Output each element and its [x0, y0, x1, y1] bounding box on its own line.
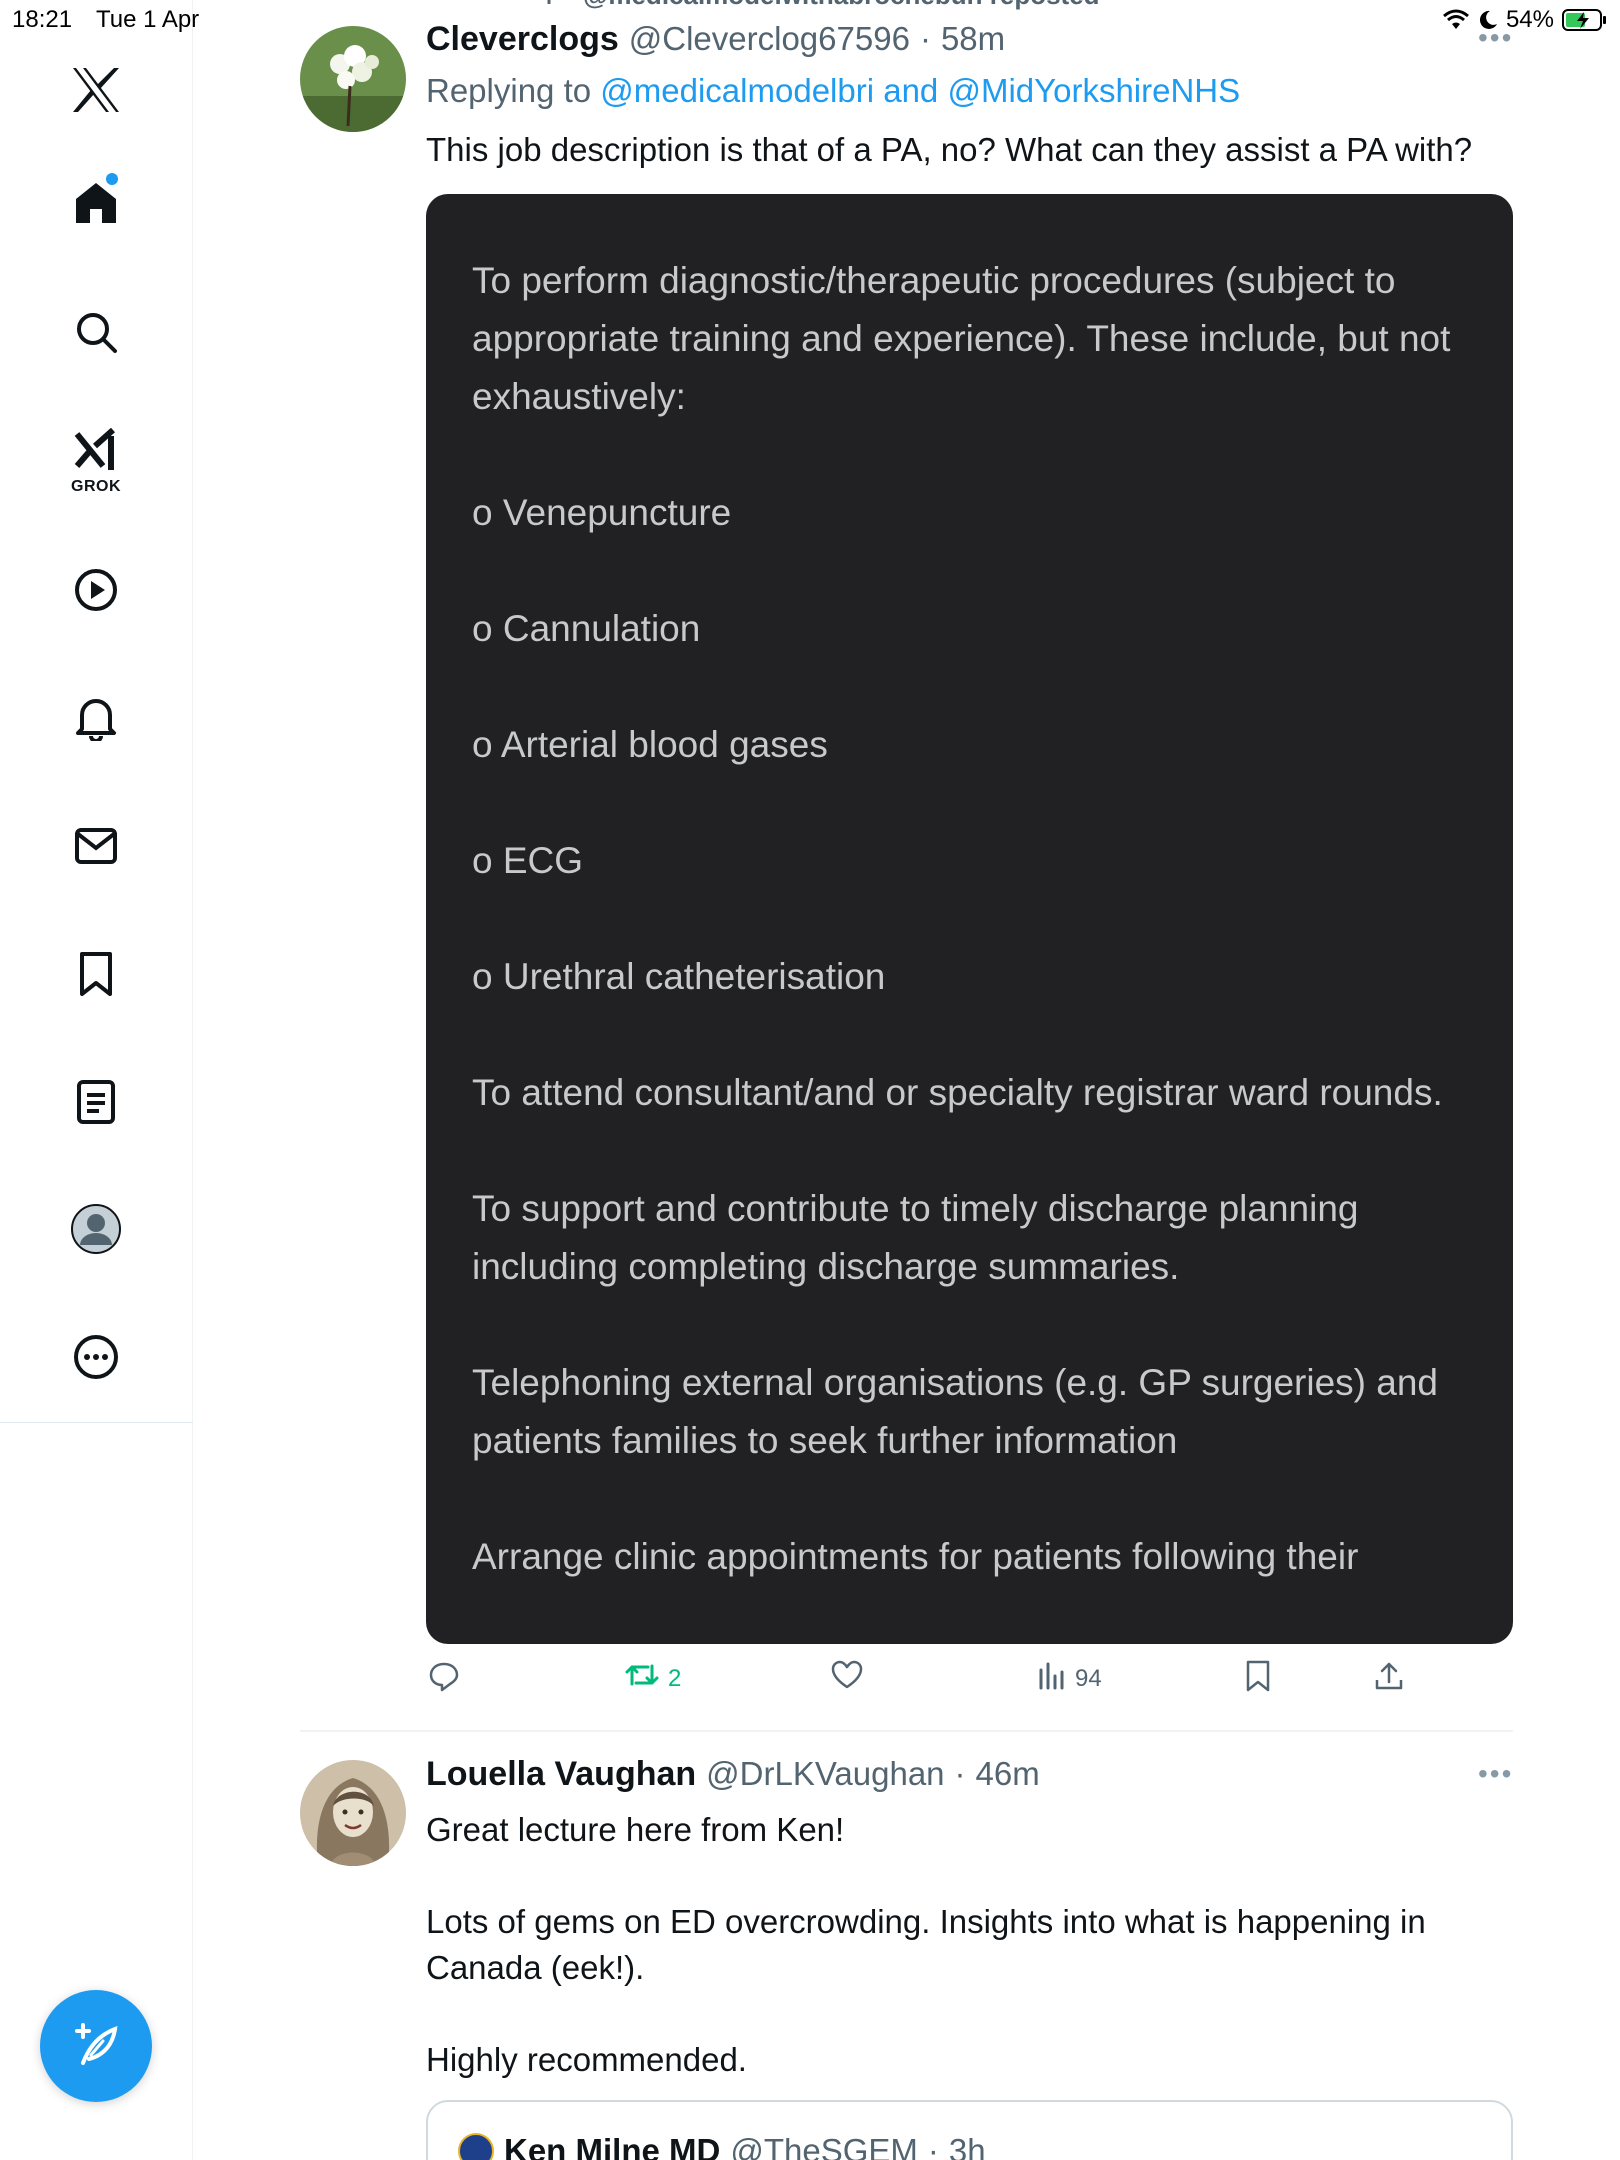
image-list-item: o Urethral catheterisation [472, 956, 886, 997]
moon-icon [1478, 9, 1498, 31]
bookmark-icon [76, 951, 116, 997]
search-icon [74, 310, 118, 354]
nav-video[interactable] [66, 560, 126, 620]
profile-avatar-icon [71, 1204, 121, 1254]
more-circle-icon [73, 1334, 119, 1380]
mention-link[interactable]: @MidYorkshireNHS [947, 72, 1240, 109]
share-button[interactable] [1373, 1660, 1405, 1699]
replying-to: Replying to @medicalmodelbri and @MidYor… [426, 72, 1240, 110]
reply-icon [428, 1660, 460, 1699]
quote-handle[interactable]: @TheSGEM [730, 2132, 918, 2160]
nav-bookmarks[interactable] [66, 944, 126, 1004]
repost-count: 2 [668, 1664, 682, 1692]
bookmark-button[interactable] [1244, 1660, 1272, 1699]
tweet-header: Louella Vaughan @DrLKVaughan · 46m [426, 1755, 1040, 1794]
quoted-tweet[interactable]: Ken Milne MD @TheSGEM · 3h [426, 2100, 1513, 2160]
quote-avatar [458, 2133, 494, 2160]
nav-grok[interactable] [66, 420, 126, 480]
compose-feather-icon [69, 2017, 123, 2076]
share-icon [1373, 1660, 1405, 1699]
image-list-item: o Cannulation [472, 608, 701, 649]
handle[interactable]: @DrLKVaughan [706, 1755, 944, 1793]
list-icon [76, 1079, 116, 1125]
display-name[interactable]: Louella Vaughan [426, 1755, 696, 1794]
repost-button[interactable]: 2 [624, 1660, 681, 1697]
sidebar: GROK [0, 0, 193, 2160]
mail-icon [74, 826, 118, 866]
image-text: To perform diagnostic/therapeutic proced… [472, 252, 1482, 1644]
repost-icon [624, 1660, 660, 1697]
battery-icon [1562, 8, 1608, 32]
timestamp[interactable]: 46m [976, 1755, 1040, 1793]
views-chart-icon [1037, 1660, 1067, 1697]
status-bar: 18:21 Tue 1 Apr 54% [0, 0, 1620, 40]
image-paragraph: Telephoning external organisations (e.g.… [472, 1362, 1439, 1461]
avatar-cleverclogs[interactable] [300, 26, 406, 132]
tweet-more-icon[interactable]: ••• [1478, 1758, 1513, 1790]
bookmark-icon [1244, 1660, 1272, 1699]
image-list-item: o Arterial blood gases [472, 724, 828, 765]
wifi-icon [1442, 9, 1470, 31]
tweet-actions: 2 94 [418, 1660, 1513, 1704]
compose-button[interactable] [40, 1990, 152, 2102]
nav-lists[interactable] [66, 1072, 126, 1132]
image-paragraph: To support and contribute to timely disc… [472, 1188, 1359, 1287]
view-count: 94 [1075, 1664, 1102, 1692]
nav-notifications[interactable] [66, 688, 126, 748]
quote-timestamp[interactable]: 3h [949, 2132, 986, 2160]
tweet-divider [300, 1730, 1513, 1732]
nav-search[interactable] [66, 302, 126, 362]
quote-display-name[interactable]: Ken Milne MD [504, 2132, 720, 2160]
battery-percent: 54% [1505, 6, 1554, 33]
sidebar-divider [0, 1422, 193, 1423]
nav-profile[interactable] [66, 1199, 126, 1259]
tweet-text: Great lecture here from Ken! Lots of gem… [426, 1811, 1426, 2078]
bell-icon [74, 695, 118, 741]
grok-icon [73, 428, 119, 472]
mention-link[interactable]: @medicalmodelbri [600, 72, 874, 109]
quote-dot-separator: · [927, 2132, 939, 2160]
mention-and: and [883, 72, 939, 109]
status-date: Tue 1 Apr [96, 6, 200, 33]
avatar-louella[interactable] [300, 1760, 406, 1866]
views-button[interactable]: 94 [1037, 1660, 1102, 1697]
nav-messages[interactable] [66, 816, 126, 876]
nav-more[interactable] [66, 1327, 126, 1387]
image-paragraph: To attend consultant/and or specialty re… [472, 1072, 1443, 1113]
reply-button[interactable] [428, 1660, 460, 1699]
play-icon [74, 568, 118, 612]
image-list-item: o Venepuncture [472, 492, 732, 533]
image-list-item: o ECG [472, 840, 584, 881]
home-unread-dot [106, 173, 118, 185]
x-logo-icon [70, 66, 122, 114]
like-button[interactable] [831, 1660, 863, 1697]
heart-icon [831, 1660, 863, 1697]
status-time: 18:21 [12, 6, 73, 33]
dot-separator: · [954, 1755, 966, 1792]
status-indicators: 54% [1442, 6, 1608, 34]
tweet-text: This job description is that of a PA, no… [426, 131, 1473, 168]
replying-prefix: Replying to [426, 72, 592, 109]
home-icon [72, 179, 120, 227]
x-logo[interactable] [66, 60, 126, 120]
tweet-image[interactable]: To perform diagnostic/therapeutic proced… [426, 194, 1513, 1644]
quote-header: Ken Milne MD @TheSGEM · 3h [458, 2132, 986, 2160]
image-paragraph: To perform diagnostic/therapeutic proced… [472, 260, 1451, 417]
grok-label: GROK [71, 478, 121, 495]
image-paragraph: Arrange clinic appointments for patients… [472, 1536, 1359, 1577]
